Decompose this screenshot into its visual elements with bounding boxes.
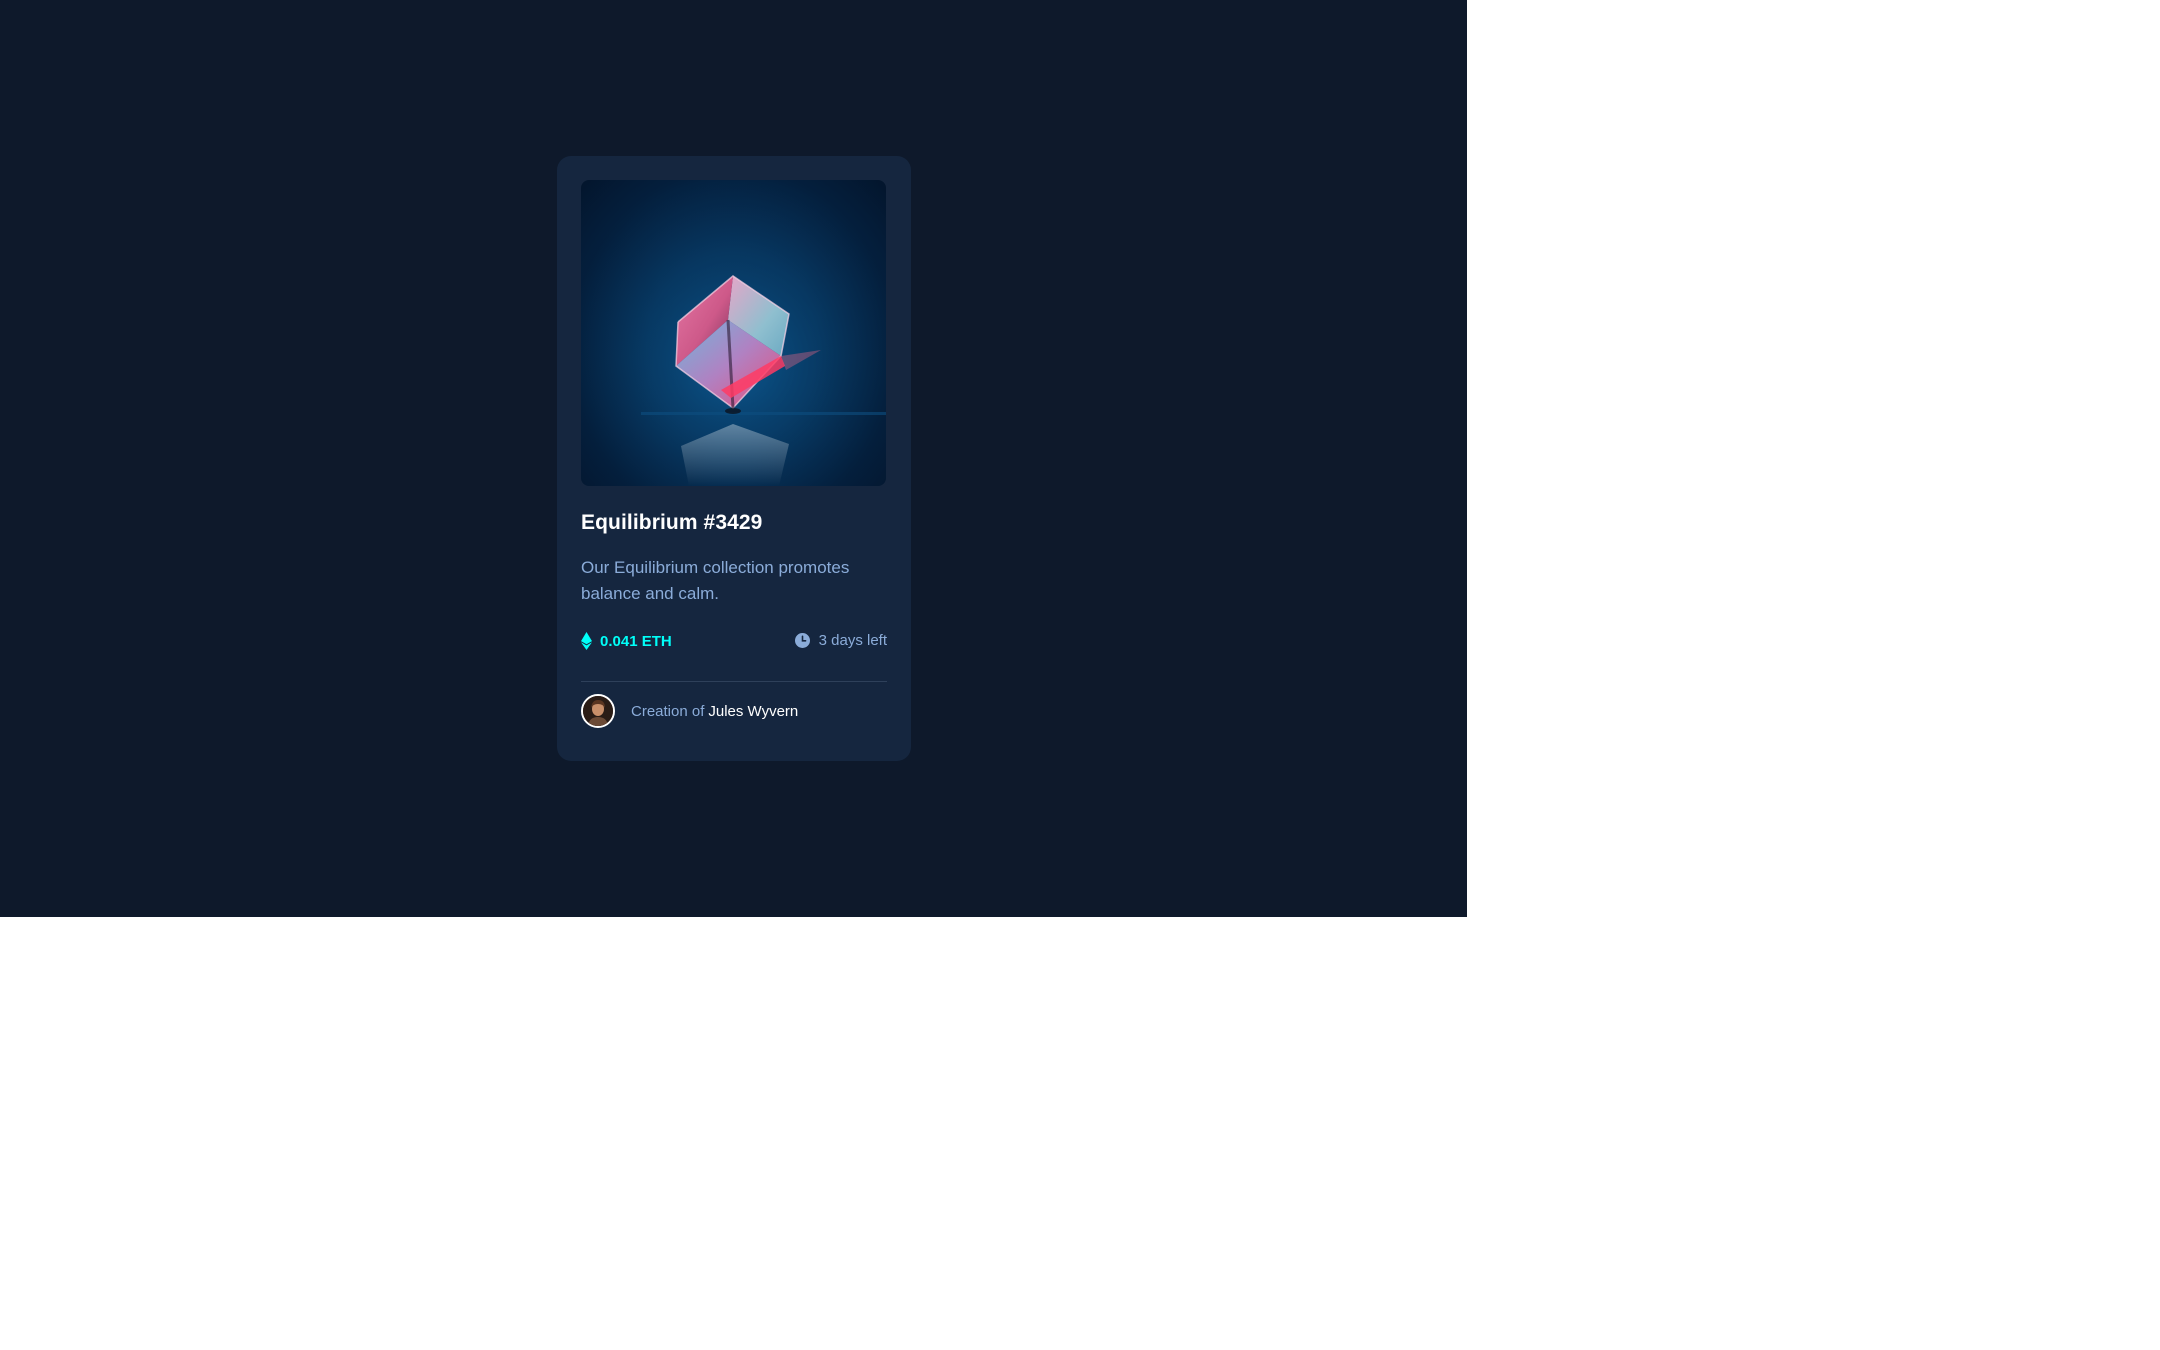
divider [581, 681, 887, 682]
price-value: 0.041 ETH [600, 632, 672, 650]
time-left-info: 3 days left [794, 632, 887, 649]
page-background: Equilibrium #3429 Our Equilibrium collec… [0, 0, 1467, 917]
time-left-value: 3 days left [818, 632, 887, 649]
clock-icon [794, 633, 810, 648]
nft-title[interactable]: Equilibrium #3429 [581, 511, 762, 535]
avatar-image [583, 696, 613, 726]
nft-description: Our Equilibrium collection promotes bala… [581, 558, 850, 603]
cube-illustration [581, 180, 886, 486]
creator-prefix: Creation of [631, 702, 705, 720]
equilibrium-image[interactable] [581, 180, 886, 486]
creator-info: Creation of Jules Wyvern [581, 694, 798, 728]
price-info: 0.041 ETH [581, 632, 672, 650]
creator-name-link[interactable]: Jules Wyvern [708, 703, 798, 720]
creator-avatar [581, 694, 615, 728]
nft-preview-card: Equilibrium #3429 Our Equilibrium collec… [557, 156, 911, 761]
ethereum-icon [581, 632, 592, 650]
